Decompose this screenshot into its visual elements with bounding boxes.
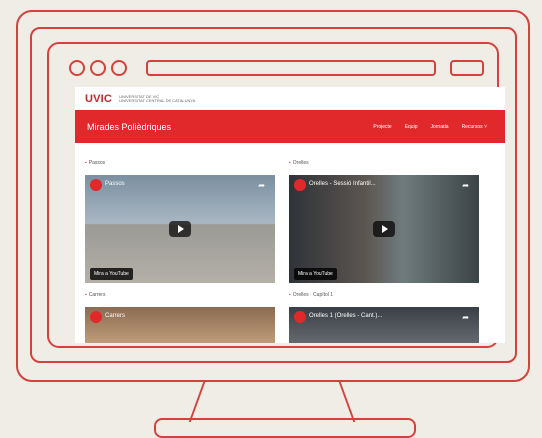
video-label-carrers: ▪ Carrers (85, 292, 106, 298)
university-name: UNIVERSITAT DE VIC UNIVERSITAT CENTRAL D… (119, 93, 196, 103)
site-nav-bar: Mirades Polièdriques Projecte Equip Jorn… (75, 110, 505, 143)
nav-link-jornada[interactable]: Jornada (430, 124, 448, 130)
share-icon[interactable]: ➦ (258, 181, 265, 190)
nav-link-projecte[interactable]: Projecte (373, 124, 391, 130)
video-card[interactable]: Orelles - Sessió Infantil... ➦ Mira a Yo… (289, 175, 479, 283)
video-label-passos: ▪ Passos (85, 160, 106, 166)
window-dot-close[interactable] (69, 60, 85, 76)
play-button-icon[interactable] (169, 221, 191, 237)
channel-logo-icon (294, 179, 306, 191)
video-card[interactable]: Passos ➦ Mira a YouTube (85, 175, 275, 283)
video-title: Orelles - Sessió Infantil... (309, 181, 376, 187)
address-bar[interactable] (146, 60, 436, 76)
share-icon[interactable]: ➦ (462, 181, 469, 190)
webpage-screen: UVIC UNIVERSITAT DE VIC UNIVERSITAT CENT… (75, 87, 505, 343)
share-icon[interactable]: ➦ (462, 313, 469, 322)
channel-logo-icon (90, 179, 102, 191)
nav-links: Projecte Equip Jornada Recursos ˅ (373, 124, 487, 130)
monitor-stand-left (188, 382, 206, 422)
monitor-stand-right (338, 382, 356, 422)
nav-link-recursos[interactable]: Recursos ˅ (462, 124, 487, 130)
uvic-logo[interactable]: UVIC (85, 93, 112, 105)
video-title: Passos (105, 181, 125, 187)
play-button-icon[interactable] (373, 221, 395, 237)
window-dot-maximize[interactable] (111, 60, 127, 76)
video-label-orelles: ▪ Orelles (289, 160, 309, 166)
video-card[interactable]: Carrers (85, 307, 275, 343)
channel-logo-icon (294, 311, 306, 323)
nav-link-equip[interactable]: Equip (405, 124, 418, 130)
channel-logo-icon (90, 311, 102, 323)
monitor-base (154, 418, 416, 438)
watch-on-youtube-button[interactable]: Mira a YouTube (294, 268, 337, 280)
browser-menu-button[interactable] (450, 60, 484, 76)
video-label-orelles-capitol: ▪ Orelles · Capítol 1 (289, 292, 334, 298)
window-dot-minimize[interactable] (90, 60, 106, 76)
site-title[interactable]: Mirades Polièdriques (87, 122, 171, 132)
watch-on-youtube-button[interactable]: Mira a YouTube (90, 268, 133, 280)
university-header: UVIC UNIVERSITAT DE VIC UNIVERSITAT CENT… (75, 87, 505, 110)
video-title: Carrers (105, 313, 126, 319)
video-title: Orelles 1 (Orelles - Cant.)... (309, 313, 383, 319)
video-card[interactable]: Orelles 1 (Orelles - Cant.)... ➦ (289, 307, 479, 343)
